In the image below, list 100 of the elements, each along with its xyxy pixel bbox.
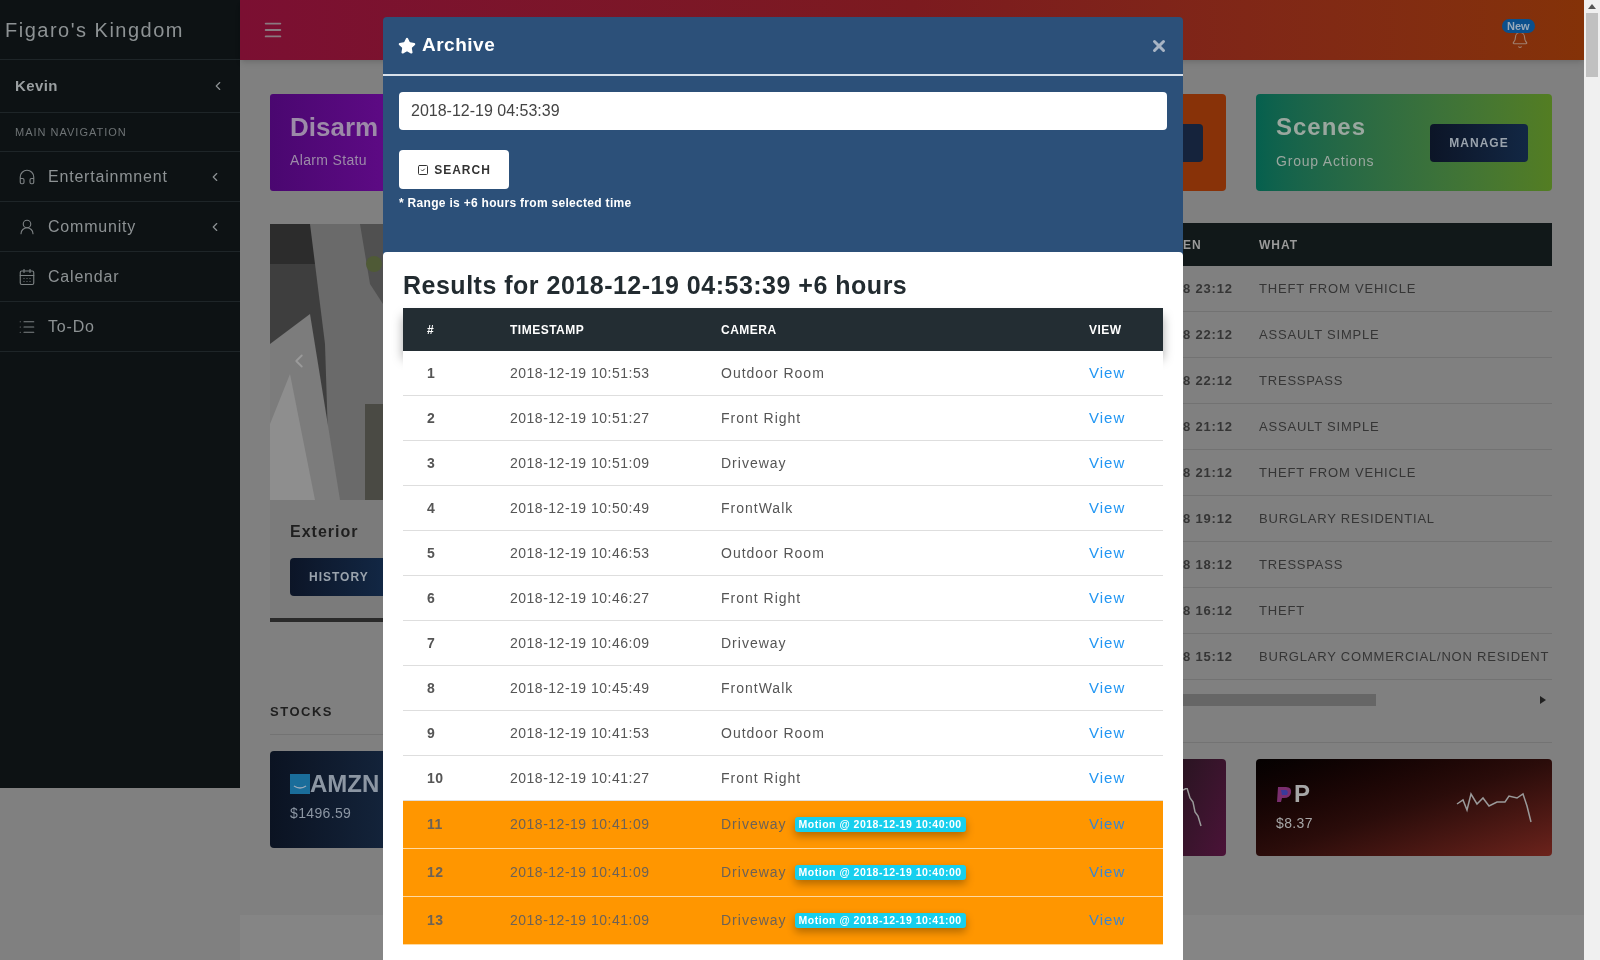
row-number: 9	[426, 723, 436, 743]
headphones-icon	[18, 167, 36, 186]
table-cell-text: BURGLARY RESIDENTIAL	[1259, 509, 1435, 528]
motion-tag: Motion @ 2018-12-19 10:40:00	[794, 865, 966, 880]
view-link[interactable]: View	[1089, 586, 1126, 610]
timestamp-cell-text: 2018-12-19 10:41:09	[510, 911, 650, 930]
timestamp-cell-text: 2018-12-19 10:46:53	[510, 543, 650, 563]
row-number: 5	[426, 543, 436, 563]
table-cell-text: TRESSPASS	[1259, 555, 1344, 574]
table-cell-text: 8 22:12	[1183, 371, 1234, 390]
table-cell-text: THEFT FROM VEHICLE	[1259, 279, 1417, 298]
table-cell-text: BURGLARY COMMERCIAL/NON RESIDENT	[1259, 647, 1550, 666]
date-time-field[interactable]: 2018-12-19 04:53:39	[399, 92, 1167, 130]
view-link[interactable]: View	[1089, 861, 1126, 884]
view-link[interactable]: View	[1089, 631, 1126, 655]
logo-icon	[1276, 785, 1292, 803]
camera-title: Exterior	[290, 522, 360, 542]
calendar-icon	[18, 267, 36, 286]
motion-tag: Motion @ 2018-12-19 10:41:00	[794, 913, 966, 928]
scrollbar-thumb[interactable]	[1183, 694, 1376, 706]
row-number: 13	[426, 911, 444, 930]
camera-cell-text: Outdoor Room	[721, 723, 825, 743]
card-subtitle: Group Actions	[1276, 152, 1375, 171]
view-link[interactable]: View	[1089, 766, 1126, 790]
stock-price: $8.37	[1276, 814, 1313, 833]
table-cell-text: 8 21:12	[1183, 417, 1234, 436]
notification-badge: New	[1502, 19, 1535, 33]
row-number: 6	[426, 588, 436, 608]
stock-symbol: AMZN	[310, 770, 380, 797]
table-cell-text: 8 16:12	[1183, 601, 1234, 620]
camera-cell-text: FrontWalk	[721, 498, 794, 518]
camera-cell-text: Outdoor Room	[721, 543, 825, 563]
camera-cell-text: Driveway	[721, 633, 787, 653]
table-cell-text: 8 23:12	[1183, 279, 1234, 298]
caret-right-icon[interactable]	[1540, 696, 1546, 704]
table-cell-text: 8 15:12	[1183, 647, 1234, 666]
row-number: 1	[426, 363, 436, 383]
view-link[interactable]: View	[1089, 909, 1126, 932]
search-button[interactable]: SEARCH	[399, 150, 509, 189]
results-title: Results for 2018-12-19 04:53:39 +6 hours	[403, 270, 909, 301]
timestamp-cell-text: 2018-12-19 10:51:09	[510, 453, 650, 473]
row-number: 3	[426, 453, 436, 473]
camera-cell-text: Driveway	[721, 453, 787, 473]
row-number: 12	[426, 863, 444, 882]
card-subtitle: Alarm Statu	[290, 151, 368, 170]
row-number: 7	[426, 633, 436, 653]
timestamp-cell-text: 2018-12-19 10:50:49	[510, 498, 650, 518]
view-link[interactable]: View	[1089, 721, 1126, 745]
dialog-title: Archive	[422, 33, 496, 58]
camera-cell-text: Driveway	[721, 863, 787, 882]
table-cell-text: 8 19:12	[1183, 509, 1234, 528]
vertical-scrollbar[interactable]	[1584, 0, 1600, 960]
card-button[interactable]	[1183, 123, 1203, 162]
brand-title: Figaro's Kingdom	[5, 17, 184, 43]
stock-symbol: P	[1294, 781, 1310, 807]
row-number: 4	[426, 498, 436, 518]
view-link[interactable]: View	[1089, 676, 1126, 700]
view-link[interactable]: View	[1089, 541, 1126, 565]
motion-tag: Motion @ 2018-12-19 10:40:00	[794, 817, 966, 832]
table-cell-text: 8 21:12	[1183, 463, 1234, 482]
user-icon	[18, 217, 36, 236]
table-cell-text: THEFT FROM VEHICLE	[1259, 463, 1417, 482]
logo-icon	[290, 773, 310, 794]
stock-price: $1496.59	[290, 803, 353, 823]
row-number: 2	[426, 408, 436, 428]
timestamp-cell-text: 2018-12-19 10:46:09	[510, 633, 650, 653]
range-note: * Range is +6 hours from selected time	[399, 195, 633, 212]
table-cell-text: 8 22:12	[1183, 325, 1234, 344]
history-button[interactable]: HISTORY	[290, 558, 383, 596]
view-link[interactable]: View	[1089, 406, 1126, 430]
sparkline	[1183, 787, 1205, 828]
view-link[interactable]: View	[1089, 813, 1126, 836]
camera-cell-text: Driveway	[721, 815, 787, 834]
table-cell-text: 8 18:12	[1183, 555, 1234, 574]
camera-cell-text: FrontWalk	[721, 678, 794, 698]
timestamp-cell-text: 2018-12-19 10:41:09	[510, 815, 650, 834]
row-number: 11	[426, 815, 443, 834]
caret-up-icon[interactable]	[1588, 4, 1596, 9]
view-link[interactable]: View	[1089, 361, 1126, 385]
star-icon	[398, 36, 416, 55]
view-link[interactable]: View	[1089, 496, 1126, 520]
camera-cell-text: Front Right	[721, 588, 802, 608]
camera-cell-text: Front Right	[721, 768, 802, 788]
timestamp-cell-text: 2018-12-19 10:51:27	[510, 408, 650, 428]
manage-button[interactable]: MANAGE	[1430, 123, 1528, 162]
timestamp-cell-text: 2018-12-19 10:41:27	[510, 768, 650, 788]
view-link[interactable]: View	[1089, 451, 1126, 475]
table-header: EN WHAT	[1183, 223, 1552, 266]
table-cell-text: ASSAULT SIMPLE	[1259, 417, 1380, 436]
timestamp-cell-text: 2018-12-19 10:41:09	[510, 863, 650, 882]
timestamp-cell-text: 2018-12-19 10:45:49	[510, 678, 650, 698]
notification-button[interactable]: New	[1502, 11, 1538, 49]
table-header: # TIMESTAMP CAMERA VIEW	[403, 308, 1163, 351]
table-cell-text: TRESSPASS	[1259, 371, 1344, 390]
camera-cell-text: Driveway	[721, 911, 787, 930]
row-number: 8	[426, 678, 436, 698]
card-title: Scenes	[1276, 113, 1368, 141]
scrollbar-thumb[interactable]	[1586, 13, 1598, 77]
row-number: 10	[426, 768, 444, 788]
timestamp-cell-text: 2018-12-19 10:51:53	[510, 363, 650, 383]
